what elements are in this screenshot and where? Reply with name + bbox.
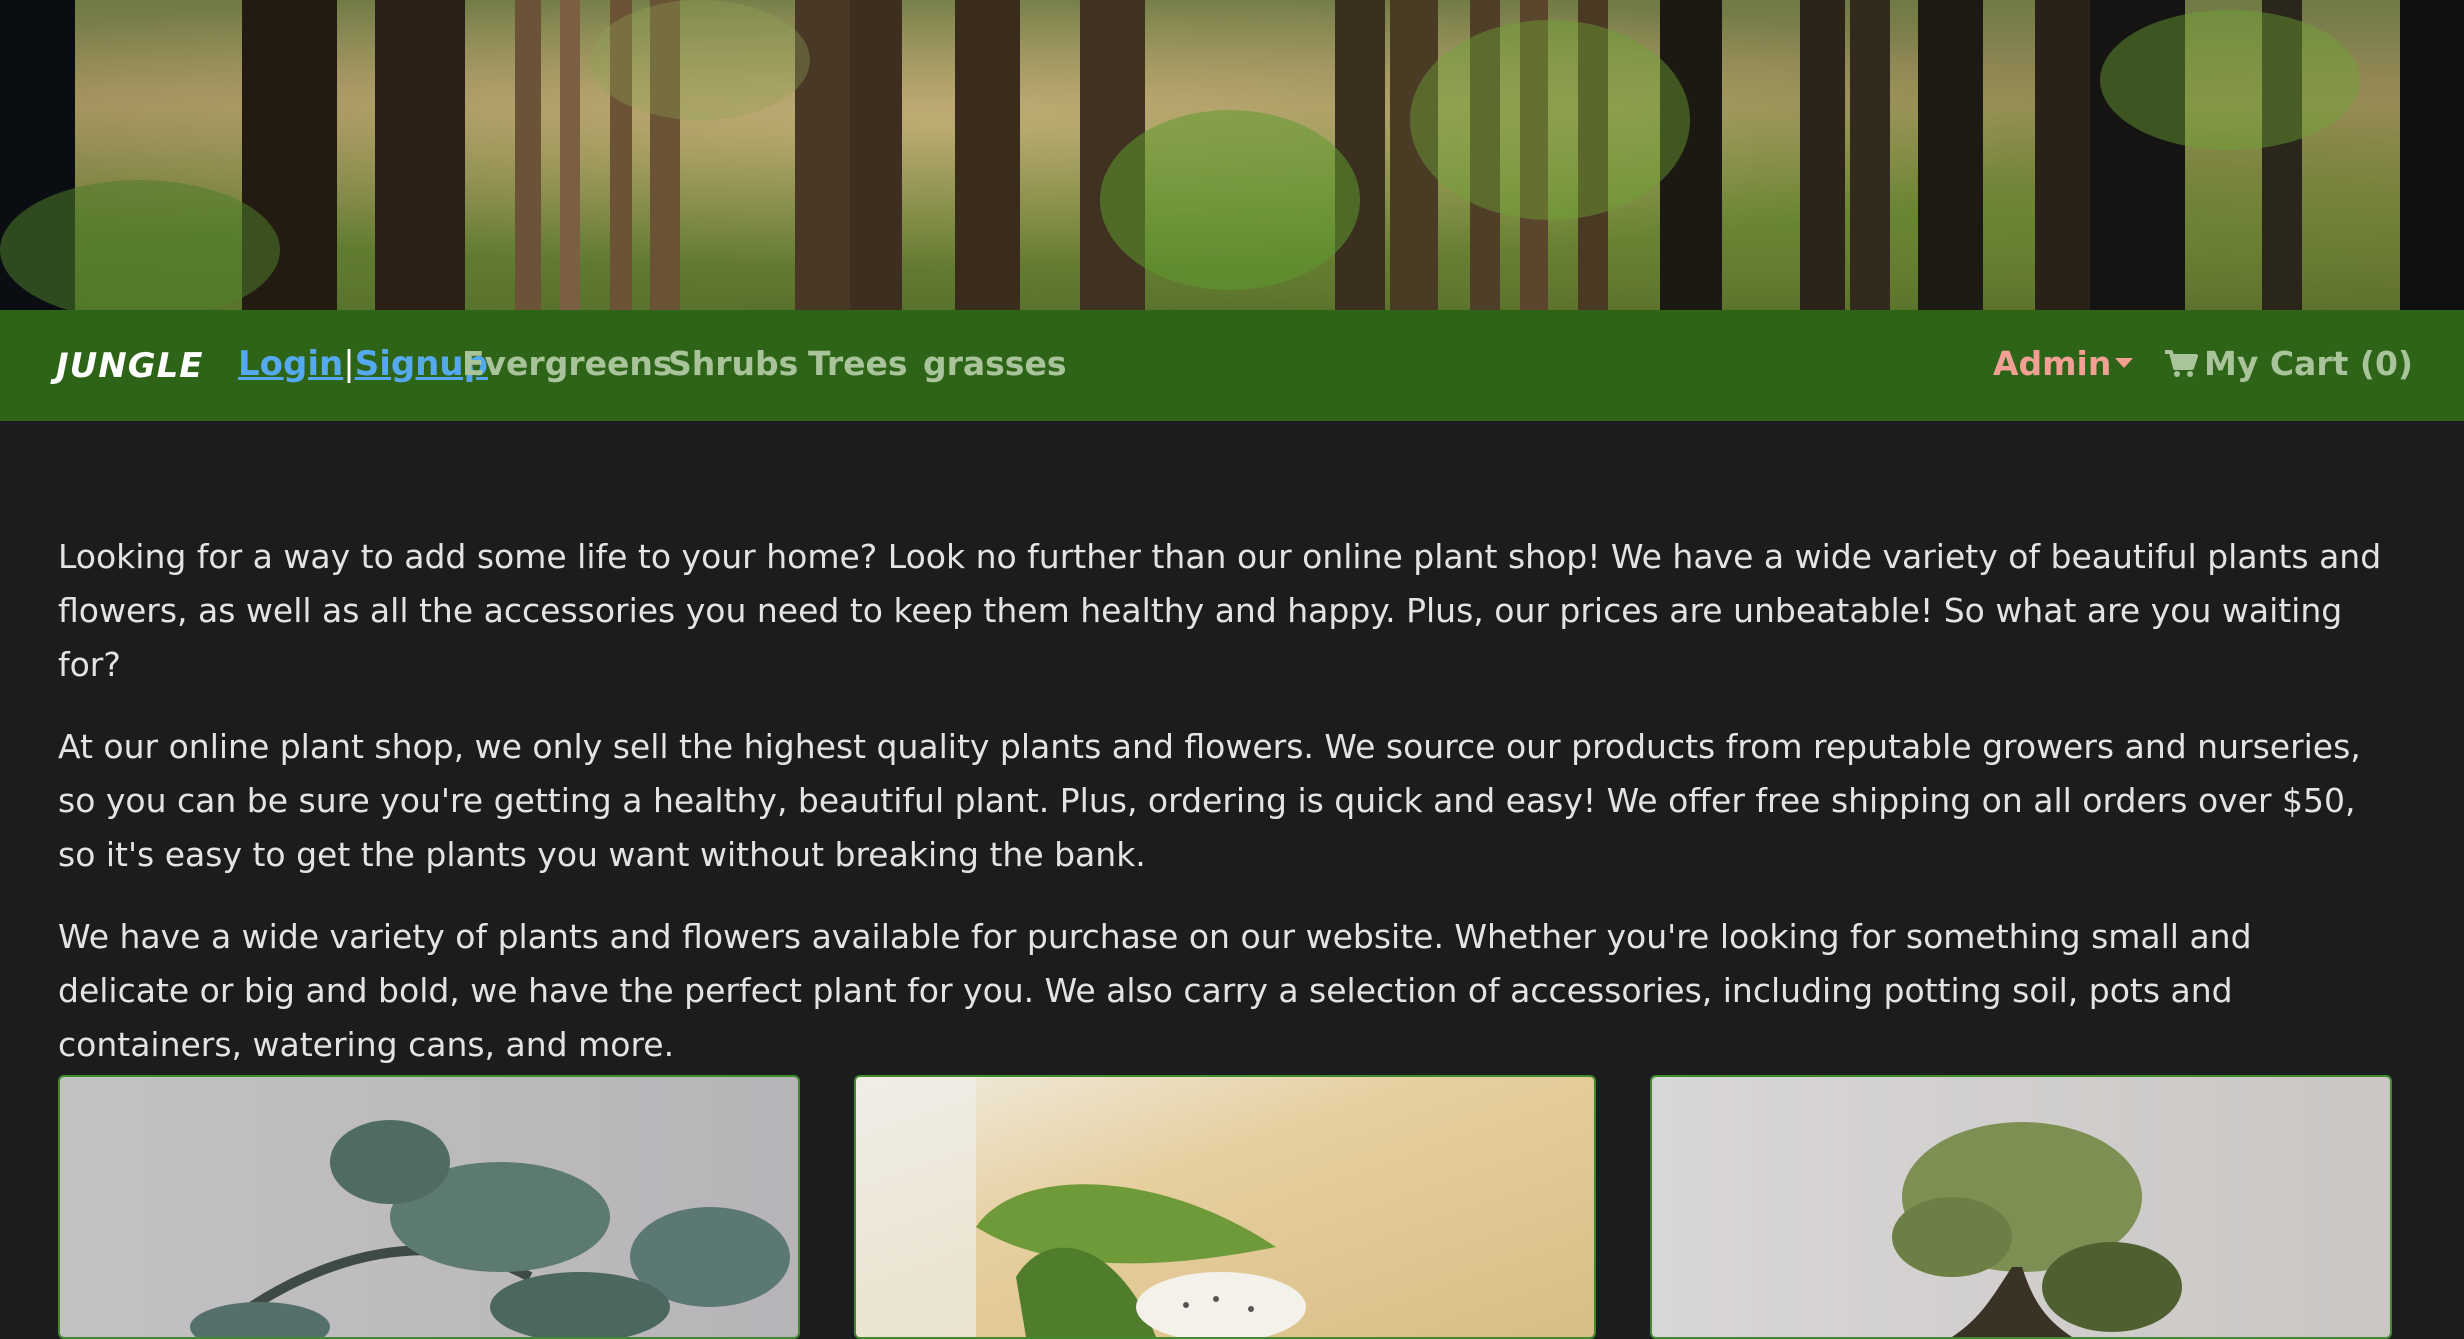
nav-item-trees[interactable]: Trees [808,344,908,383]
nav-item-evergreens[interactable]: Evergreens [462,344,673,383]
nav-item-grasses[interactable]: grasses [923,344,1066,383]
product-card[interactable] [1650,1075,2392,1339]
product-card[interactable] [854,1075,1596,1339]
brand-logo[interactable]: JUNGLE [56,346,204,386]
cart-label: My Cart (0) [2204,344,2413,383]
intro-paragraph-3: We have a wide variety of plants and flo… [58,917,2252,1064]
intro-paragraph-1: Looking for a way to add some life to yo… [58,537,2382,684]
auth-links: Login|Signup [238,344,488,384]
product-image-juniper-bonsai[interactable] [60,1077,798,1337]
shopping-cart-icon [2165,350,2198,377]
cart-link[interactable]: My Cart (0) [2164,344,2413,383]
forest-trees-illustration [0,0,2464,310]
intro-section: Looking for a way to add some life to yo… [58,530,2388,1100]
top-navbar: JUNGLE Login|Signup Evergreens Shrubs Tr… [0,310,2464,421]
intro-paragraph-2: At our online plant shop, we only sell t… [58,727,2361,874]
login-link[interactable]: Login [238,344,343,384]
hero-forest-banner [0,0,2464,310]
product-image-bonsai-tree[interactable] [1652,1077,2390,1337]
product-image-pothos[interactable] [856,1077,1594,1337]
admin-dropdown[interactable]: Admin [1993,344,2111,383]
product-card[interactable] [58,1075,800,1339]
auth-separator: | [343,344,355,384]
caret-down-icon[interactable] [2115,358,2133,368]
nav-item-shrubs[interactable]: Shrubs [668,344,798,383]
